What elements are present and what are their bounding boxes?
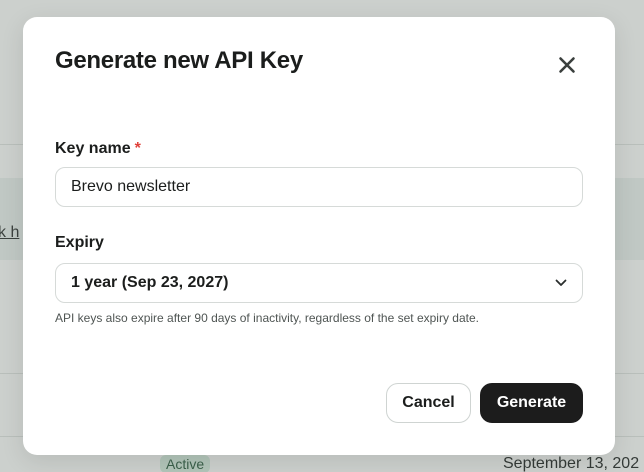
key-name-label-text: Key name (55, 140, 131, 157)
close-button[interactable] (551, 51, 583, 83)
key-name-label: Key name * (55, 140, 141, 158)
page: k h Active September 13, 202 Generate ne… (0, 0, 644, 472)
required-marker: * (134, 140, 141, 157)
expiry-select[interactable]: 1 year (Sep 23, 2027) (55, 263, 583, 303)
key-name-input[interactable] (55, 167, 583, 207)
close-icon (558, 56, 576, 79)
expiry-helper-text: API keys also expire after 90 days of in… (55, 311, 479, 325)
dialog-title: Generate new API Key (55, 47, 303, 74)
generate-api-key-dialog: Generate new API Key Key name* Expiry 1 … (23, 17, 615, 455)
expiry-selected-value: 1 year (Sep 23, 2027) (71, 274, 229, 291)
expiry-label: Expiry (55, 234, 104, 251)
generate-button[interactable]: Generate (480, 383, 583, 423)
chevron-down-icon (555, 279, 567, 287)
cancel-button[interactable]: Cancel (386, 383, 471, 423)
